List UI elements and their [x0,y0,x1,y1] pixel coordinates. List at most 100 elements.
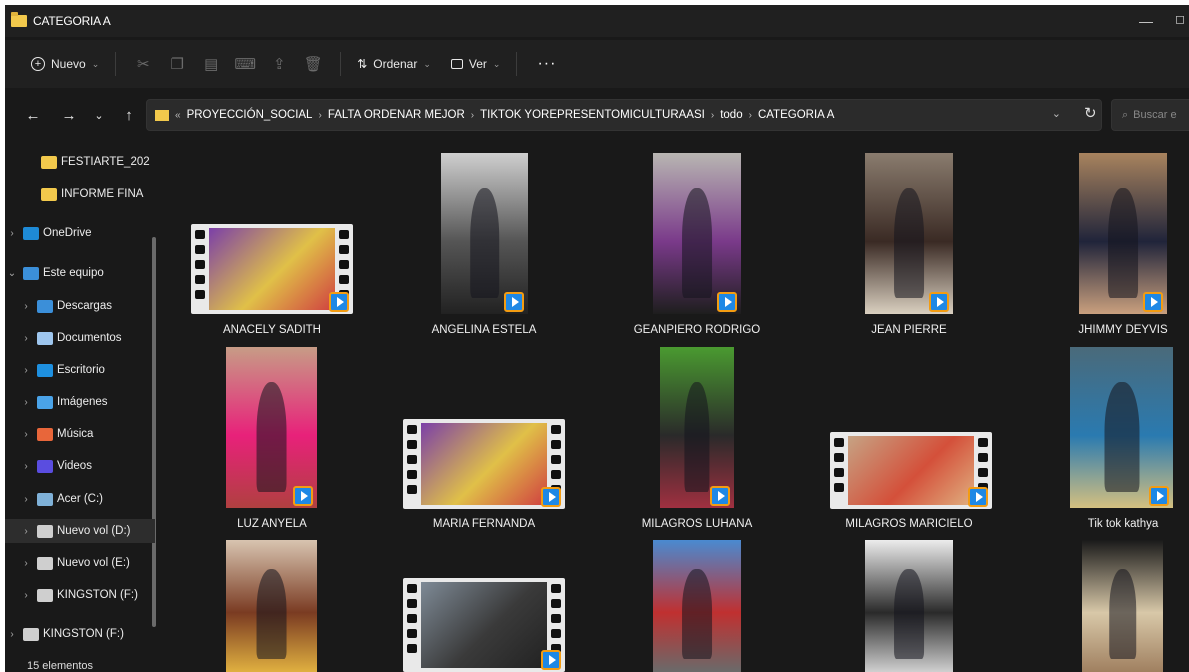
sidebar-item-label: Videos [57,460,92,472]
video-thumbnail[interactable] [653,153,741,314]
sidebar-item-label: OneDrive [43,227,92,239]
drive-icon [37,524,53,538]
computer-icon [23,266,39,280]
video-thumbnail[interactable] [660,347,734,508]
address-bar[interactable]: « PROYECCIÓN_SOCIAL › FALTA ORDENAR MEJO… [146,99,1102,131]
more-options-button[interactable]: ··· [527,55,566,73]
file-name: ANGELINA ESTELA [431,324,537,336]
chevron-down-icon[interactable]: ⌄ [1052,107,1061,120]
back-icon[interactable]: ← [19,107,47,124]
sidebar-item-label: INFORME FINA [61,188,144,200]
sidebar-item[interactable]: › Escritorio [5,358,105,382]
sidebar-item[interactable]: › Videos [5,454,92,478]
video-thumbnail[interactable] [865,540,953,672]
sidebar-item-label: KINGSTON (F:) [43,628,124,640]
person-silhouette [684,382,710,492]
sidebar-item-label: Documentos [57,332,122,344]
recent-chevron-icon[interactable]: ⌄ [85,109,113,122]
chevron-right-icon[interactable]: › [15,461,37,472]
chevron-right-icon[interactable]: › [15,429,37,440]
person-silhouette [1108,569,1137,659]
scrollbar[interactable] [152,237,156,627]
chevron-right-icon[interactable]: › [15,590,37,601]
cloud-icon [23,226,39,240]
new-button[interactable]: + Nuevo ⌄ [25,49,105,79]
play-icon [541,650,561,670]
sidebar-item[interactable]: › Imágenes [5,390,108,414]
video-thumbnail[interactable] [653,540,741,672]
film-perforations [978,438,988,492]
video-thumbnail[interactable] [1079,153,1167,314]
sidebar-item[interactable]: › OneDrive [5,221,92,245]
breadcrumb-item[interactable]: TIKTOK YOREPRESENTOMICULTURAASI [480,109,705,121]
person-silhouette [682,188,712,298]
person-silhouette [682,569,712,659]
view-button[interactable]: Ver ⌄ [445,49,507,79]
chevron-down-icon[interactable]: ⌄ [5,268,23,279]
sidebar-item-label: FESTIARTE_202 [61,156,150,168]
copy-icon[interactable]: ❐ [160,49,194,79]
chevron-right-icon[interactable]: › [15,333,37,344]
forward-icon[interactable]: → [55,107,83,124]
chevron-right-icon[interactable]: › [5,629,23,640]
file-explorer-window: CATEGORIA A — ◻ + Nuevo ⌄ ✂ ❐ ▤ ⌨ ⇪ 🗑 ⇅ … [5,5,1189,672]
sidebar-item-label: Acer (C:) [57,493,103,505]
view-label: Ver [468,57,487,71]
document-icon [37,331,53,345]
sidebar-item[interactable]: ⌄ Este equipo [5,261,104,285]
chevron-right-icon[interactable]: › [15,365,37,376]
video-thumbnail[interactable] [226,540,317,672]
paste-icon[interactable]: ▤ [194,49,228,79]
breadcrumb-item[interactable]: PROYECCIÓN_SOCIAL [187,109,313,121]
music-icon [37,427,53,441]
drive-icon [37,588,53,602]
chevron-right-icon[interactable]: › [15,558,37,569]
file-name: LUZ ANYELA [237,518,307,530]
chevron-down-icon: ⌄ [423,58,431,69]
chevron-right-icon[interactable]: › [15,397,37,408]
sidebar-item[interactable]: › Música [5,422,93,446]
sidebar-item[interactable]: › Documentos [5,326,122,350]
refresh-icon[interactable]: ↻ [1084,104,1097,122]
chevron-right-icon[interactable]: › [15,526,37,537]
sidebar-item[interactable]: FESTIARTE_202 [5,150,150,174]
person-silhouette [256,382,287,492]
chevron-right-icon: › [748,109,752,121]
breadcrumb-item[interactable]: CATEGORIA A [758,109,834,121]
search-placeholder: Buscar e [1133,109,1177,121]
maximize-icon[interactable]: ◻ [1175,12,1185,26]
video-thumbnail[interactable] [441,153,528,314]
breadcrumb-item[interactable]: todo [720,109,742,121]
sidebar-item[interactable]: › Nuevo vol (E:) [5,551,130,575]
sidebar-item[interactable]: › Descargas [5,294,112,318]
share-icon[interactable]: ⇪ [262,49,296,79]
minimize-icon[interactable]: — [1139,13,1153,29]
navigation-pane: FESTIARTE_202 INFORME FINA › OneDrive ⌄ Este … [5,142,163,672]
chevron-right-icon[interactable]: › [5,228,23,239]
chevron-right-icon[interactable]: › [15,494,37,505]
video-thumbnail[interactable] [1082,540,1163,672]
film-perforations [407,584,417,653]
drive-icon [37,492,53,506]
breadcrumb-item[interactable]: FALTA ORDENAR MEJOR [328,109,465,121]
sort-button[interactable]: ⇅ Ordenar ⌄ [351,49,437,79]
video-thumbnail[interactable] [865,153,953,314]
up-icon[interactable]: ↑ [115,107,143,124]
sidebar-item[interactable]: › Nuevo vol (D:) [5,519,155,543]
video-frame [209,228,335,310]
search-input[interactable]: ⌕ Buscar e [1111,99,1189,131]
video-thumbnail[interactable] [1070,347,1173,508]
rename-icon[interactable]: ⌨ [228,49,262,79]
chevron-right-icon[interactable]: › [15,301,37,312]
delete-icon[interactable]: 🗑 [296,49,330,79]
cut-icon[interactable]: ✂ [126,49,160,79]
window-title: CATEGORIA A [33,14,111,28]
plus-icon: + [31,57,45,71]
chevron-down-icon: ⌄ [91,58,100,69]
sidebar-item[interactable]: INFORME FINA [5,182,143,206]
sidebar-item[interactable]: › KINGSTON (F:) [5,583,138,607]
person-silhouette [894,188,924,298]
sidebar-item[interactable]: › Acer (C:) [5,487,103,511]
video-thumbnail[interactable] [226,347,317,508]
sidebar-item[interactable]: › KINGSTON (F:) [5,622,124,646]
